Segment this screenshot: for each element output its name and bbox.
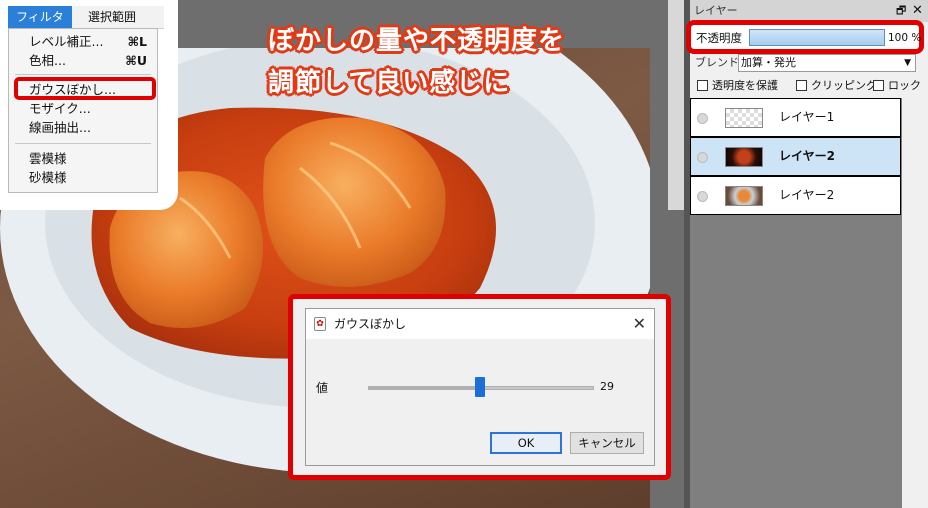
filter-dropdown: レベル補正... ⌘L 色相... ⌘U ガウスぼかし... モザイク... 線… bbox=[8, 28, 158, 193]
close-icon[interactable]: ✕ bbox=[912, 0, 923, 22]
layer-thumbnail bbox=[725, 186, 763, 206]
opacity-slider[interactable] bbox=[749, 29, 885, 46]
protect-transparency-checkbox[interactable] bbox=[697, 80, 708, 91]
menu-separator bbox=[15, 74, 151, 75]
canvas-scrollbar[interactable] bbox=[668, 0, 684, 210]
menu-separator bbox=[15, 143, 151, 144]
layer-row[interactable]: レイヤー2 bbox=[690, 137, 901, 176]
headline-line-2: 調節して良い感じに bbox=[268, 68, 511, 98]
panel-title: レイヤー bbox=[694, 4, 738, 17]
opacity-label: 不透明度 bbox=[696, 31, 742, 45]
visibility-icon[interactable] bbox=[697, 113, 708, 124]
menu-item-hue[interactable]: 色相... bbox=[29, 51, 66, 70]
layers-scrollbar[interactable] bbox=[902, 98, 928, 508]
chevron-down-icon: ▼ bbox=[904, 58, 911, 68]
lock-checkbox[interactable] bbox=[873, 80, 884, 91]
clipping-label: クリッピング bbox=[811, 79, 877, 92]
clipping-checkbox[interactable] bbox=[796, 80, 807, 91]
blend-mode-select[interactable]: 加算・発光 ▼ bbox=[738, 54, 916, 72]
close-icon[interactable]: ✕ bbox=[633, 309, 646, 339]
blur-slider-thumb[interactable] bbox=[475, 377, 485, 397]
menu-item-levels-shortcut: ⌘L bbox=[127, 34, 147, 49]
value-label: 値 bbox=[316, 381, 329, 395]
layer-thumbnail bbox=[725, 108, 763, 128]
menu-item-clouds[interactable]: 雲模様 bbox=[29, 149, 67, 168]
layer-name: レイヤー1 bbox=[779, 110, 835, 124]
menu-item-hue-shortcut: ⌘U bbox=[125, 53, 147, 68]
menu-selection-range[interactable]: 選択範囲 bbox=[80, 6, 144, 28]
headline-line-1: ぼかしの量や不透明度を bbox=[268, 26, 566, 56]
gaussian-blur-highlight bbox=[14, 77, 156, 100]
menu-item-levels[interactable]: レベル補正... bbox=[29, 32, 103, 51]
cancel-button[interactable]: キャンセル bbox=[570, 432, 644, 454]
app-icon: ✿ bbox=[314, 317, 326, 331]
layer-thumbnail bbox=[725, 147, 763, 167]
layer-name: レイヤー2 bbox=[779, 149, 835, 163]
blur-slider-fill bbox=[369, 387, 481, 389]
gaussian-blur-dialog: ✿ ガウスぼかし ✕ 値 29 OK キャンセル bbox=[305, 308, 655, 466]
blur-value: 29 bbox=[600, 380, 614, 393]
headline-annotation: ぼかしの量や不透明度を 調節して良い感じに bbox=[268, 20, 608, 104]
visibility-icon[interactable] bbox=[697, 191, 708, 202]
menu-filter[interactable]: フィルタ bbox=[8, 6, 72, 28]
blend-label: ブレンド bbox=[695, 56, 739, 69]
menu-callout: フィルタ 選択範囲 レベル補正... ⌘L 色相... ⌘U ガウスぼかし...… bbox=[0, 0, 178, 210]
opacity-value: 100 % bbox=[888, 32, 922, 44]
layer-row[interactable]: レイヤー2 bbox=[690, 176, 901, 215]
menubar: フィルタ 選択範囲 bbox=[8, 6, 164, 29]
dialog-title: ガウスぼかし bbox=[334, 317, 407, 331]
lock-label: ロック bbox=[888, 79, 921, 92]
menu-item-line-extract[interactable]: 線画抽出... bbox=[29, 118, 91, 137]
layer-name: レイヤー2 bbox=[779, 188, 835, 202]
float-window-icon[interactable]: 🗗 bbox=[896, 0, 906, 22]
protect-transparency-label: 透明度を保護 bbox=[712, 79, 778, 92]
blend-mode-value: 加算・発光 bbox=[741, 56, 796, 69]
ok-button[interactable]: OK bbox=[490, 432, 562, 454]
menu-item-sand[interactable]: 砂模様 bbox=[29, 168, 67, 187]
panel-titlebar[interactable]: レイヤー 🗗 ✕ bbox=[690, 0, 928, 22]
visibility-icon[interactable] bbox=[697, 152, 708, 163]
layer-row[interactable]: レイヤー1 bbox=[690, 98, 901, 137]
dialog-titlebar[interactable]: ✿ ガウスぼかし ✕ bbox=[306, 309, 654, 339]
menu-item-mosaic[interactable]: モザイク... bbox=[29, 99, 91, 118]
